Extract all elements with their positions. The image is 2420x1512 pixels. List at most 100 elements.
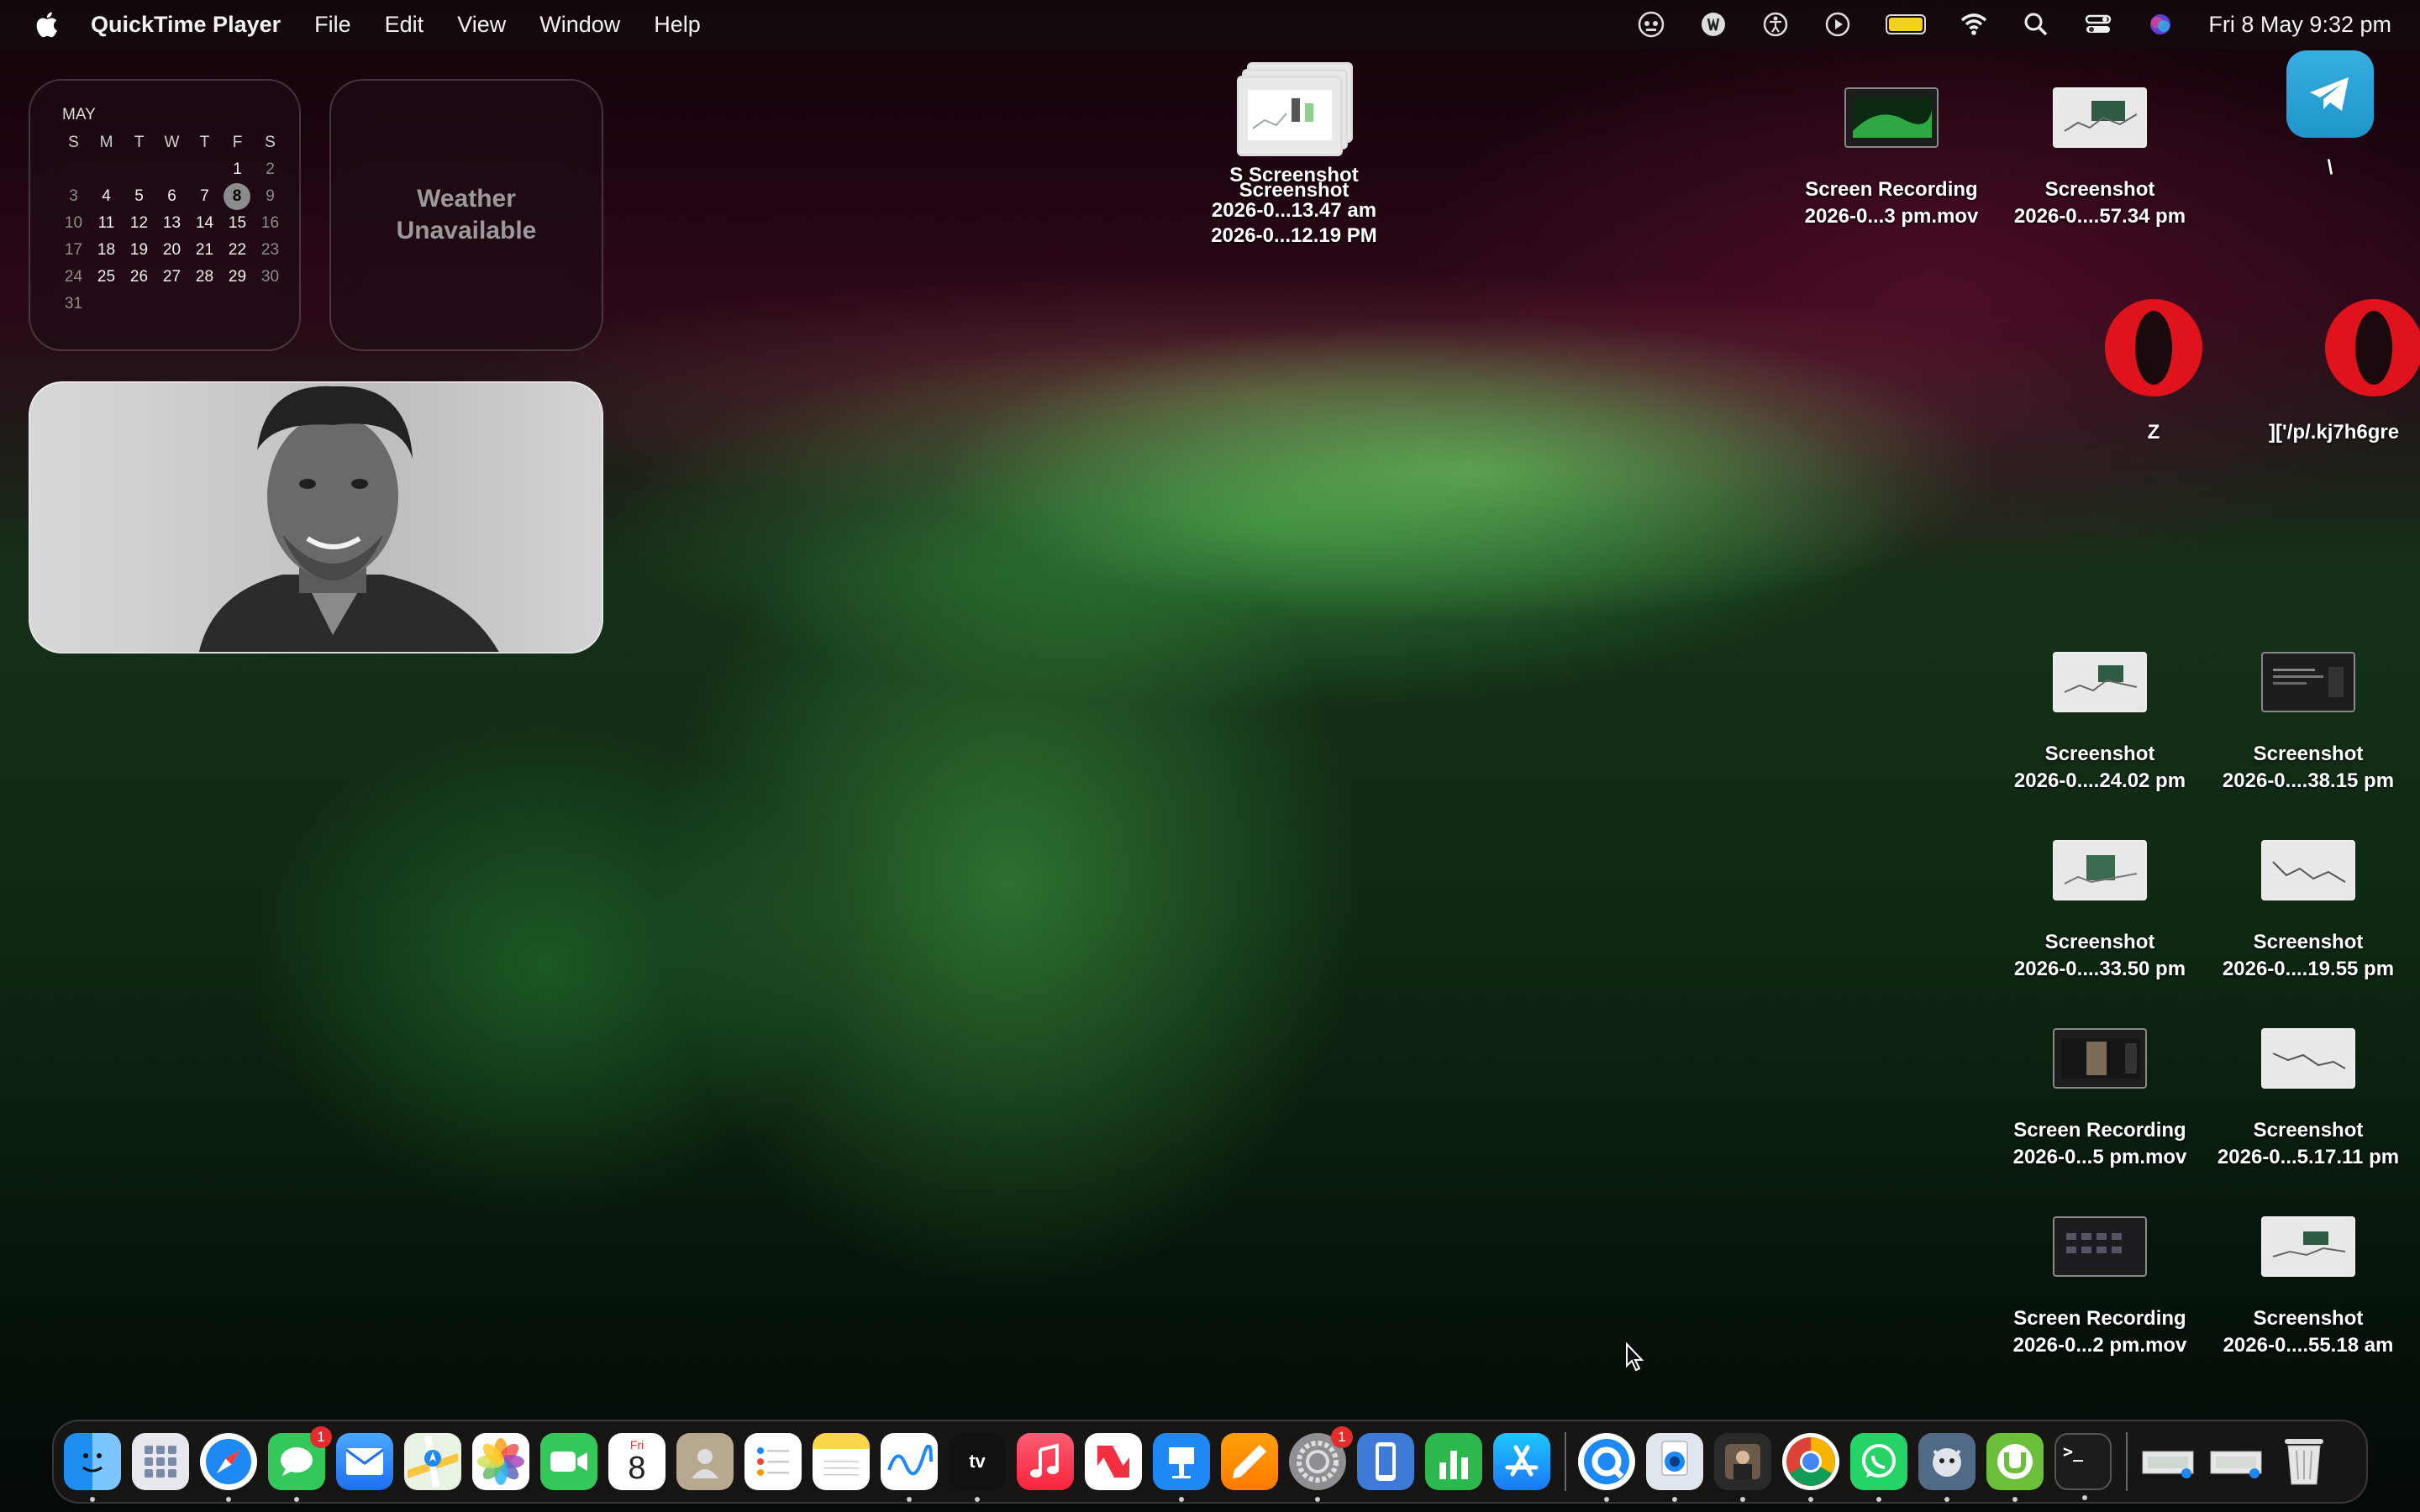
file-name-line-1: Screenshot: [2253, 1307, 2364, 1330]
finder-icon[interactable]: [64, 1433, 121, 1502]
desktop-screenshot-3[interactable]: Screenshot 2026-0....38.15 pm: [2203, 652, 2413, 795]
maps-icon[interactable]: [404, 1433, 461, 1490]
calendar-icon[interactable]: Fri 8: [608, 1433, 666, 1490]
calendar-empty-cell: [123, 156, 155, 183]
photo-app-icon[interactable]: [1714, 1433, 1771, 1502]
control-center-icon[interactable]: [2084, 10, 2112, 39]
calendar-day: 1: [233, 160, 242, 178]
desktop-telegram-alias[interactable]: \: [2225, 50, 2420, 181]
calendar-month: MAY: [62, 106, 96, 123]
notes-icon[interactable]: [813, 1433, 870, 1490]
chrome-icon[interactable]: [1782, 1433, 1839, 1502]
desktop-screenshot-7[interactable]: Screenshot 2026-0....55.18 am: [2203, 1216, 2413, 1359]
dock-separator: [2126, 1432, 2128, 1491]
accessibility-icon[interactable]: [1761, 10, 1790, 39]
whatsapp-icon[interactable]: [1850, 1433, 1907, 1502]
settings-badge: 1: [1331, 1426, 1353, 1448]
menu-clock[interactable]: Fri 8 May 9:32 pm: [2208, 12, 2391, 38]
apple-menu-icon[interactable]: [34, 10, 59, 39]
video-thumbnail-icon: [1844, 87, 1939, 148]
music-icon[interactable]: [1017, 1433, 1074, 1490]
news-icon[interactable]: [1085, 1433, 1142, 1490]
desktop-screenshot-2[interactable]: Screenshot 2026-0....24.02 pm: [1995, 652, 2205, 795]
utility-app-icon[interactable]: [1918, 1433, 1975, 1502]
iphone-mirroring-icon[interactable]: [1357, 1433, 1414, 1490]
launchpad-icon[interactable]: [132, 1433, 189, 1490]
image-thumbnail-icon: [2053, 652, 2147, 712]
calendar-day: 8: [224, 183, 250, 210]
app-menu[interactable]: QuickTime Player: [91, 12, 281, 38]
terminal-icon[interactable]: >_: [2054, 1433, 2112, 1500]
file-name-line-1: Screenshot: [2044, 178, 2155, 201]
menu-help[interactable]: Help: [654, 12, 701, 38]
file-name-line-1: Screenshot: [2253, 931, 2364, 953]
contacts-icon[interactable]: [676, 1433, 734, 1490]
calendar-day: 3: [69, 187, 78, 205]
preview-icon[interactable]: [1646, 1433, 1703, 1502]
photo-widget[interactable]: [29, 381, 603, 654]
desktop-screenshot-1[interactable]: Screenshot 2026-0....57.34 pm: [1995, 87, 2205, 230]
desktop-screenshot-4[interactable]: Screenshot 2026-0....33.50 pm: [1995, 840, 2205, 983]
image-thumbnail-icon: [2261, 1216, 2355, 1277]
vpn-shield-icon[interactable]: [1699, 10, 1728, 39]
file-name-line-1: Screenshot: [2253, 743, 2364, 765]
reminders-icon[interactable]: [744, 1433, 802, 1490]
wifi-icon[interactable]: [1960, 10, 1988, 39]
desktop-screenshot-5[interactable]: Screenshot 2026-0....19.55 pm: [2203, 840, 2413, 983]
numbers-icon[interactable]: [1425, 1433, 1482, 1490]
safari-icon[interactable]: [200, 1433, 257, 1502]
menu-window[interactable]: Window: [539, 12, 620, 38]
image-thumbnail-icon: [2261, 1028, 2355, 1089]
messages-icon[interactable]: 1: [268, 1426, 332, 1502]
system-settings-icon[interactable]: 1: [1289, 1426, 1353, 1502]
siri-icon[interactable]: [2146, 10, 2175, 39]
calendar-day: 21: [195, 241, 214, 259]
desktop-opera-2[interactable]: ]['/p/.kj7h6gre: [2269, 297, 2420, 446]
calendar-weekday-header: W: [164, 134, 180, 151]
photos-icon[interactable]: [472, 1433, 529, 1490]
pages-icon[interactable]: [1221, 1433, 1278, 1490]
documents-stack-icon[interactable]: [2207, 1433, 2265, 1490]
desktop-screen-recording-1[interactable]: Screen Recording 2026-0...3 pm.mov: [1786, 87, 1996, 230]
calendar-empty-cell: [188, 291, 221, 318]
robot-icon[interactable]: [1637, 10, 1665, 39]
keynote-icon[interactable]: [1153, 1433, 1210, 1502]
weather-widget[interactable]: Weather Unavailable: [329, 79, 603, 351]
freeform-icon[interactable]: [881, 1433, 938, 1502]
desktop-opera-z[interactable]: Z: [2082, 297, 2225, 446]
calendar-day: 20: [162, 241, 182, 259]
desktop-screen-recording-3[interactable]: Screen Recording 2026-0...2 pm.mov: [1995, 1216, 2205, 1359]
desktop-screenshot-6[interactable]: Screenshot 2026-0...5.17.11 pm: [2203, 1028, 2413, 1171]
dock-calendar-date: 8: [628, 1451, 646, 1486]
calendar-day: 9: [266, 187, 275, 205]
calendar-day: 27: [162, 268, 182, 286]
menu-view[interactable]: View: [457, 12, 506, 38]
apple-tv-icon[interactable]: tv: [949, 1433, 1006, 1502]
calendar-day: 12: [129, 214, 149, 232]
app-store-icon[interactable]: [1493, 1433, 1550, 1490]
file-name-line-2: 2026-0....19.55 pm: [2222, 958, 2395, 980]
file-name-line-2: 2026-0...5 pm.mov: [2012, 1146, 2187, 1168]
calendar-day: 17: [64, 241, 83, 259]
calendar-day: 28: [195, 268, 214, 286]
battery-icon[interactable]: [1886, 14, 1927, 34]
trash-icon[interactable]: [2275, 1433, 2333, 1490]
file-name-line-1: Screen Recording: [2013, 1119, 2186, 1142]
spotlight-search-icon[interactable]: [2022, 10, 2050, 39]
menu-edit[interactable]: Edit: [385, 12, 424, 38]
opera-icon: [2105, 299, 2202, 396]
calendar-weekday-header: T: [134, 134, 145, 151]
calendar-day: 31: [64, 295, 83, 312]
portrait-photo: [198, 386, 499, 652]
calendar-widget[interactable]: MAY S M T W T F S 1 2 3 4 5 6 7 8 9 10 11 12 13 14 15 16 17 18 19…: [29, 79, 301, 351]
stacked-screenshot-pile[interactable]: S Screenshot Screenshot 2026-0...13.47 a…: [1160, 62, 1428, 264]
menu-file[interactable]: File: [314, 12, 351, 38]
file-name-line-2: 2026-0....24.02 pm: [2013, 769, 2186, 792]
desktop-screen-recording-2[interactable]: Screen Recording 2026-0...5 pm.mov: [1995, 1028, 2205, 1171]
mail-icon[interactable]: [336, 1433, 393, 1490]
downloads-stack-icon[interactable]: [2139, 1433, 2196, 1490]
facetime-icon[interactable]: [540, 1433, 597, 1490]
play-circle-icon[interactable]: [1823, 10, 1852, 39]
utorrent-icon[interactable]: [1986, 1433, 2044, 1502]
quicktime-icon[interactable]: [1578, 1433, 1635, 1502]
